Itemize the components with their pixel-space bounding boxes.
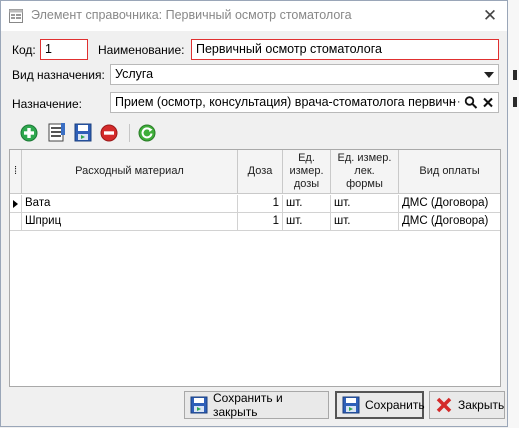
table-row[interactable]: Вата 1 шт. шт. ДМС (Договора) [10,195,500,213]
close-label: Закрыть [458,398,505,412]
add-icon[interactable] [18,121,40,145]
refresh-icon[interactable] [136,121,158,145]
app-icon [9,9,23,23]
save-icon [190,396,208,414]
cell-unit-form[interactable]: шт. [331,213,399,231]
background-window-strip [508,0,519,428]
cell-dose[interactable]: 1 [238,195,283,213]
more-options-icon[interactable]: ··· [448,95,462,110]
materials-table[interactable]: ⁞ Расходный материал Доза Ед. измер. доз… [9,149,501,387]
cell-material[interactable]: Вата [22,195,238,213]
column-header-unit-dose[interactable]: Ед. измер. дозы [283,150,331,194]
save-icon[interactable] [72,121,94,145]
close-window-button[interactable]: ✕ [473,3,507,29]
cell-unit-dose[interactable]: шт. [283,195,331,213]
name-label: Наименование: [98,43,185,57]
column-header-material[interactable]: Расходный материал [22,150,238,194]
column-header-unit-form[interactable]: Ед. измер. лек. формы [331,150,399,194]
purpose-field[interactable]: Прием (осмотр, консультация) врача-стома… [110,92,499,113]
code-label: Код: [12,43,36,57]
table-row[interactable]: Шприц 1 шт. шт. ДМС (Договора) [10,213,500,231]
cell-payment[interactable]: ДМС (Договора) [399,195,500,213]
save-and-close-label: Сохранить и закрыть [213,391,283,419]
type-select-value: Услуга [115,67,154,81]
row-marker-header[interactable]: ⁞ [10,150,22,194]
save-label: Сохранить [365,398,425,412]
cell-material[interactable]: Шприц [22,213,238,231]
cell-unit-form[interactable]: шт. [331,195,399,213]
window-title: Элемент справочника: Первичный осмотр ст… [31,8,352,22]
cell-payment[interactable]: ДМС (Договора) [399,213,500,231]
search-icon[interactable] [464,95,478,110]
close-button[interactable]: Закрыть [429,391,505,419]
name-field[interactable]: Первичный осмотр стоматолога [191,39,499,60]
code-field[interactable]: 1 [40,39,88,60]
type-label: Вид назначения: [12,68,105,82]
reference-item-dialog: Элемент справочника: Первичный осмотр ст… [0,0,508,427]
type-select[interactable]: Услуга [110,64,499,85]
save-icon [342,396,360,414]
column-header-payment[interactable]: Вид оплаты [399,150,500,194]
save-and-close-button[interactable]: Сохранить и закрыть [184,391,329,419]
purpose-label: Назначение: [12,97,83,111]
row-marker-cell [10,213,22,231]
toolbar-separator [129,124,130,142]
title-bar: Элемент справочника: Первичный осмотр ст… [1,1,507,31]
clear-icon[interactable] [481,95,495,110]
current-row-indicator-icon [10,195,22,213]
close-icon [436,397,452,413]
save-button[interactable]: Сохранить [335,391,425,419]
purpose-field-value: Прием (осмотр, консультация) врача-стома… [115,95,456,109]
cell-dose[interactable]: 1 [238,213,283,231]
background-window-mark [513,97,517,107]
edit-icon[interactable] [46,121,68,145]
delete-icon[interactable] [98,121,120,145]
cell-unit-dose[interactable]: шт. [283,213,331,231]
chevron-down-icon[interactable] [484,72,494,78]
column-header-dose[interactable]: Доза [238,150,283,194]
background-window-mark [513,70,517,80]
